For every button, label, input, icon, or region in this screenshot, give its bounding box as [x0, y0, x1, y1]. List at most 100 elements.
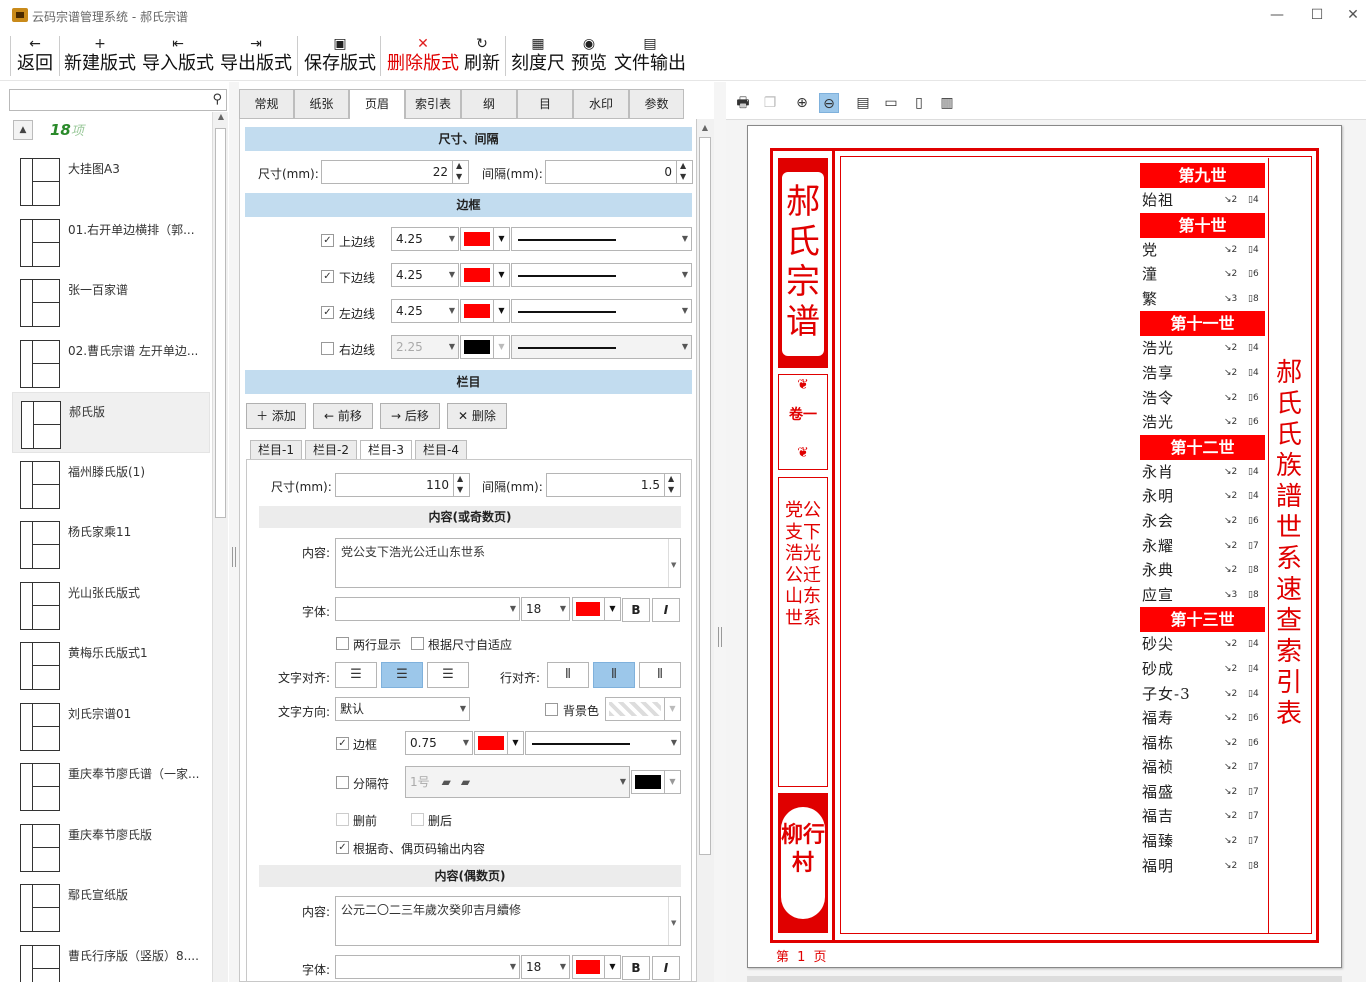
gap-stepper[interactable]	[676, 161, 692, 183]
layout-list-item[interactable]: 黄梅乐氏版式1	[12, 634, 210, 695]
border-line-style[interactable]: ▼	[511, 299, 692, 323]
layout-list-item[interactable]: 张一百家谱	[12, 271, 210, 332]
column-tab-2[interactable]: 栏目-2	[305, 440, 357, 460]
fit-page-icon[interactable]: ▤	[853, 93, 873, 113]
tab-4[interactable]: 纲	[461, 89, 517, 119]
maximize-button[interactable]: ☐	[1302, 6, 1332, 24]
gap-input[interactable]: 0	[545, 160, 693, 184]
column-border-line-style[interactable]: ▼	[525, 731, 681, 755]
list-scrollbar[interactable]: ▲	[212, 112, 228, 982]
form-scrollbar[interactable]: ▲	[697, 119, 714, 982]
border-color-picker[interactable]: ▼	[460, 227, 510, 251]
border-width-select[interactable]: 2.25 ▼	[391, 335, 459, 359]
column-gap-stepper[interactable]	[664, 474, 680, 496]
layout-list-item[interactable]: 重庆奉节廖氏版	[12, 816, 210, 877]
even-bold-button[interactable]: B	[622, 956, 650, 980]
layout-list-item[interactable]: 02.曹氏宗谱 左开单边...	[12, 332, 210, 393]
ruler-button[interactable]: ▦ 刻度尺	[510, 35, 566, 79]
copy-icon[interactable]: ❐	[760, 93, 780, 113]
column-border-color-picker[interactable]: ▼	[474, 731, 524, 755]
even-italic-button[interactable]: I	[652, 956, 680, 980]
single-page-icon[interactable]: ▯	[909, 93, 929, 113]
size-stepper[interactable]	[452, 161, 468, 183]
auto-fit-checkbox[interactable]	[411, 637, 424, 650]
two-pages-icon[interactable]: ▥	[937, 93, 957, 113]
border-width-select[interactable]: 4.25 ▼	[391, 299, 459, 323]
file-output-button[interactable]: ▤ 文件输出	[613, 35, 687, 79]
odd-even-checkbox[interactable]: ✓	[336, 841, 349, 854]
search-icon[interactable]: ⚲	[212, 92, 222, 107]
search-input[interactable]: ⚲	[9, 89, 227, 111]
layout-list-item[interactable]: 杨氏家乘11	[12, 513, 210, 574]
scroll-thumb[interactable]	[699, 137, 711, 855]
layout-list-item[interactable]: 01.右开单边横排（郭...	[12, 211, 210, 272]
line-align-middle-button[interactable]: ⦀	[593, 662, 635, 688]
splitter-left[interactable]	[229, 82, 239, 982]
border-checkbox[interactable]: ✓	[321, 270, 334, 283]
move-prev-button[interactable]: ← 前移	[313, 403, 373, 429]
line-align-bottom-button[interactable]: ⦀	[639, 662, 681, 688]
background-color-checkbox[interactable]	[545, 703, 558, 716]
minimize-button[interactable]: —	[1262, 6, 1292, 24]
delete-column-button[interactable]: ✕ 删除	[447, 403, 507, 429]
preview-hscrollbar[interactable]	[747, 976, 1342, 982]
column-border-width-select[interactable]: 0.75 ▼	[405, 731, 473, 755]
save-layout-button[interactable]: ▣ 保存版式	[302, 35, 378, 79]
column-size-input[interactable]: 110	[335, 473, 470, 497]
export-layout-button[interactable]: ⇥ 导出版式	[218, 35, 294, 79]
tab-3[interactable]: 索引表	[405, 89, 461, 119]
even-font-size-select[interactable]: 18 ▼	[521, 955, 570, 979]
new-layout-button[interactable]: + 新建版式	[62, 35, 138, 79]
font-family-select[interactable]: ▼	[335, 597, 520, 621]
column-border-checkbox[interactable]: ✓	[336, 737, 349, 750]
delete-layout-button[interactable]: ✕ 删除版式	[385, 35, 461, 79]
delete-after-checkbox[interactable]	[411, 813, 424, 826]
bold-button[interactable]: B	[622, 598, 650, 622]
scroll-up-icon[interactable]: ▲	[214, 112, 228, 121]
layout-list-item[interactable]: 鄢氏宣纸版	[12, 876, 210, 937]
refresh-button[interactable]: ↻ 刷新	[463, 35, 501, 79]
column-tab-3[interactable]: 栏目-3	[360, 440, 412, 460]
layout-list-item[interactable]: 光山张氏版式	[12, 574, 210, 635]
splitter-right[interactable]	[714, 82, 726, 982]
border-color-picker[interactable]: ▼	[460, 263, 510, 287]
separator-color-picker[interactable]: ▼	[631, 770, 681, 794]
add-column-button[interactable]: ＋ 添加	[246, 403, 306, 429]
odd-content-textarea[interactable]: 党公支下浩光公迁山东世系	[335, 538, 681, 588]
border-checkbox[interactable]: ✓	[321, 306, 334, 319]
zoom-out-icon[interactable]: ⊖	[819, 93, 839, 113]
fit-width-icon[interactable]: ▭	[881, 93, 901, 113]
column-size-stepper[interactable]	[453, 474, 469, 496]
border-checkbox[interactable]	[321, 342, 334, 355]
layout-list-item[interactable]: 曹氏行序版（竖版）8....	[12, 937, 210, 982]
border-line-style[interactable]: ▼	[511, 263, 692, 287]
collapse-up-button[interactable]: ▲	[13, 120, 33, 140]
back-button[interactable]: ← 返回	[15, 35, 55, 79]
separator-checkbox[interactable]	[336, 776, 349, 789]
border-line-style[interactable]: ▼	[511, 227, 692, 251]
font-size-select[interactable]: 18 ▼	[521, 597, 570, 621]
layout-list-item[interactable]: 福州滕氏版(1)	[12, 453, 210, 514]
scroll-up-icon[interactable]: ▲	[698, 123, 712, 132]
tab-7[interactable]: 参数	[629, 89, 684, 119]
delete-before-checkbox[interactable]	[336, 813, 349, 826]
border-color-picker[interactable]: ▼	[460, 299, 510, 323]
border-checkbox[interactable]: ✓	[321, 234, 334, 247]
move-next-button[interactable]: → 后移	[380, 403, 440, 429]
background-color-picker[interactable]: ▼	[605, 697, 681, 721]
two-line-checkbox[interactable]	[336, 637, 349, 650]
align-center-button[interactable]: ☰	[381, 662, 423, 688]
even-font-color-picker[interactable]: ▼	[572, 955, 621, 979]
import-layout-button[interactable]: ⇤ 导入版式	[140, 35, 216, 79]
layout-list-item[interactable]: 郝氏版	[12, 392, 210, 453]
column-gap-input[interactable]: 1.5	[546, 473, 681, 497]
align-left-button[interactable]: ☰	[335, 662, 377, 688]
even-content-textarea[interactable]: 公元二〇二三年歲次癸卯吉月續修	[335, 896, 681, 946]
tab-2[interactable]: 页眉	[349, 89, 405, 120]
text-direction-select[interactable]: 默认 ▼	[335, 697, 470, 721]
even-font-family-select[interactable]: ▼	[335, 955, 520, 979]
column-tab-4[interactable]: 栏目-4	[415, 440, 467, 460]
border-color-picker[interactable]: ▼	[460, 335, 510, 359]
size-input[interactable]: 22	[321, 160, 469, 184]
layout-list-item[interactable]: 刘氏宗谱01	[12, 695, 210, 756]
